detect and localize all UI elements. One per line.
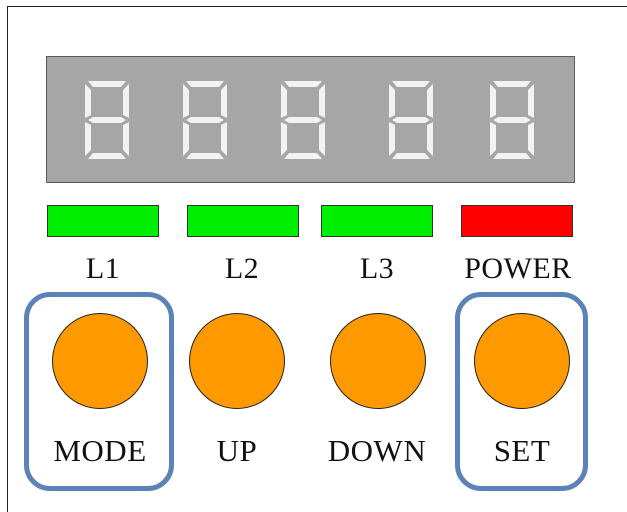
led-l1 [47,205,159,237]
down-button[interactable] [330,313,426,409]
digit-2 [183,81,227,159]
digit-4 [389,81,433,159]
led-label-l3: L3 [359,252,395,285]
up-button[interactable] [189,313,285,409]
led-l2 [187,205,299,237]
up-label: UP [216,433,258,468]
down-label: DOWN [327,433,427,468]
led-label-l2: L2 [224,252,260,285]
digit-3 [281,81,325,159]
digit-5 [490,81,534,159]
set-highlight-box [455,292,588,491]
led-power [461,205,573,237]
seven-segment-display [46,56,575,183]
led-l3 [321,205,433,237]
led-label-power: POWER [464,252,572,285]
digit-1 [85,81,129,159]
led-label-l1: L1 [85,252,121,285]
mode-highlight-box [24,292,174,491]
